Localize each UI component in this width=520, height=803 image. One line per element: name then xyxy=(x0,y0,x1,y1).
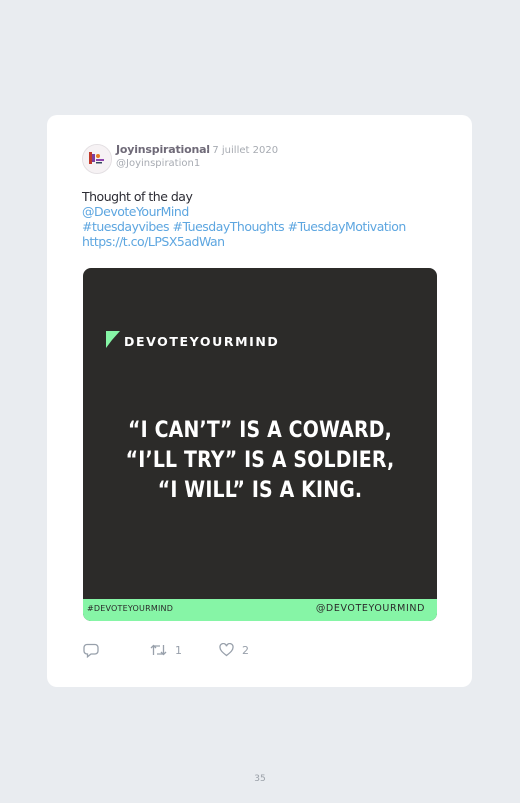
media-footer-bar: #DEVOTEYOURMIND @DEVOTEYOURMIND xyxy=(83,599,437,621)
brand-logo-icon xyxy=(106,331,120,348)
reply-icon xyxy=(83,643,99,658)
url-link[interactable]: https://t.co/LPSX5adWan xyxy=(82,234,225,249)
tweet-media-image[interactable]: DEVOTEYOURMIND “I CAN’T” IS A COWARD, “I… xyxy=(83,268,437,621)
like-button[interactable]: 2 xyxy=(219,642,249,658)
mention-link[interactable]: @DevoteYourMind xyxy=(82,204,189,219)
like-count: 2 xyxy=(242,643,249,657)
author-handle[interactable]: @Joyinspiration1 xyxy=(116,158,200,169)
quote-line: “I CAN’T” IS A COWARD, xyxy=(128,418,392,443)
quote-line: “I’LL TRY” IS A SOLDIER, xyxy=(125,448,395,473)
footer-handle: @DEVOTEYOURMIND xyxy=(315,603,425,614)
brand-name: DEVOTEYOURMIND xyxy=(124,334,280,349)
heart-icon xyxy=(219,643,234,657)
author-name[interactable]: Joyinspirational xyxy=(116,143,210,156)
retweet-icon xyxy=(150,644,167,656)
retweet-count: 1 xyxy=(175,643,182,657)
tweet-card: Joyinspirational · 7 juillet 2020 @Joyin… xyxy=(47,115,472,687)
footer-hashtag: #DEVOTEYOURMIND xyxy=(87,604,174,613)
quote-line: “I WILL” IS A KING. xyxy=(157,478,363,503)
page-number: 35 xyxy=(254,774,266,784)
tweet-date[interactable]: · 7 juillet 2020 xyxy=(206,145,278,156)
hashtag-links[interactable]: #tuesdayvibes #TuesdayThoughts #TuesdayM… xyxy=(82,219,406,234)
tweet-text: Thought of the day xyxy=(82,189,193,204)
retweet-button[interactable]: 1 xyxy=(150,642,182,658)
reply-button[interactable] xyxy=(83,642,99,658)
avatar[interactable] xyxy=(82,144,112,174)
